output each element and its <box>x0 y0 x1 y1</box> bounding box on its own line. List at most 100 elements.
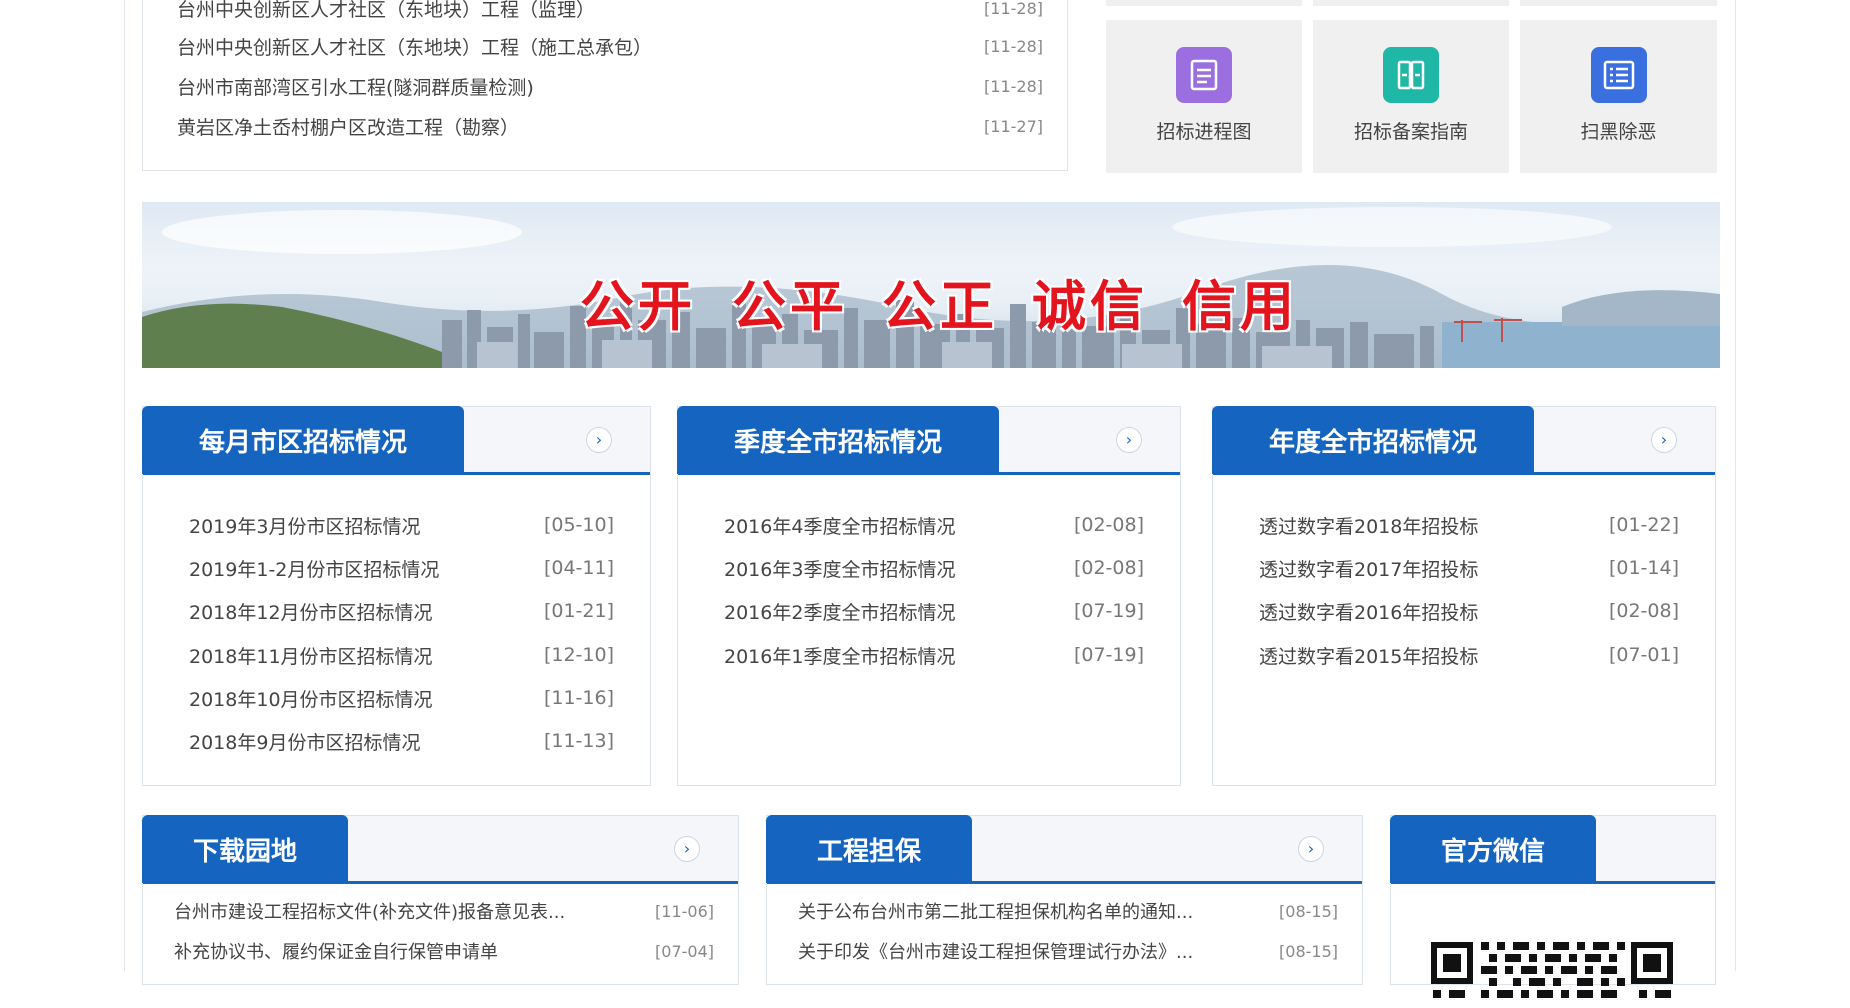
slogan-word: 公平 <box>732 275 848 338</box>
item-title[interactable]: 台州市建设工程招标文件(补充文件)报备意见表... <box>174 898 565 924</box>
item-date: [04-11] <box>543 557 614 579</box>
item-title[interactable]: 透过数字看2016年招投标 <box>1259 598 1478 625</box>
item-date: [02-08] <box>1073 514 1144 536</box>
list-item[interactable]: 透过数字看2016年招投标 [02-08] <box>1259 591 1679 631</box>
item-date: [07-19] <box>1073 600 1144 622</box>
news-date: [11-27] <box>984 116 1043 136</box>
list-item[interactable]: 透过数字看2017年招投标 [01-14] <box>1259 548 1679 588</box>
item-date: [11-13] <box>543 730 614 752</box>
panel-official-wechat: 官方微信 <box>1390 815 1716 998</box>
item-title[interactable]: 2018年12月份市区招标情况 <box>189 598 433 625</box>
panel-downloads: 下载园地 › 台州市建设工程招标文件(补充文件)报备意见表... [11-06]… <box>142 815 739 985</box>
more-arrow-icon[interactable]: › <box>586 427 612 453</box>
item-date: [02-08] <box>1073 557 1144 579</box>
more-arrow-icon[interactable]: › <box>1651 427 1677 453</box>
tile-partial <box>1106 0 1302 6</box>
slogan-word: 诚信 <box>1032 275 1148 338</box>
item-date: [01-21] <box>543 600 614 622</box>
book-icon <box>1383 47 1439 103</box>
item-date: [08-15] <box>1279 901 1338 921</box>
quick-link-label: 招标进程图 <box>1156 121 1252 143</box>
item-date: [07-04] <box>655 941 714 961</box>
item-date: [01-22] <box>1608 514 1679 536</box>
item-date: [01-14] <box>1608 557 1679 579</box>
item-title[interactable]: 2016年3季度全市招标情况 <box>724 555 955 582</box>
panel-title[interactable]: 下载园地 <box>142 815 348 883</box>
quick-link-anti-crime[interactable]: 扫黑除恶 <box>1520 20 1717 173</box>
panel-title[interactable]: 官方微信 <box>1390 815 1596 883</box>
item-title[interactable]: 关于印发《台州市建设工程担保管理试行办法》... <box>798 938 1193 964</box>
panel-yearly-tenders: 年度全市招标情况 › 透过数字看2018年招投标 [01-22] 透过数字看20… <box>1212 406 1716 786</box>
list-item[interactable]: 2016年1季度全市招标情况 [07-19] <box>724 635 1144 675</box>
item-date: [08-15] <box>1279 941 1338 961</box>
item-title[interactable]: 2016年4季度全市招标情况 <box>724 512 955 539</box>
slogan-banner: 公开 公平 公正 诚信 信用 <box>142 202 1720 368</box>
list-item[interactable]: 关于印发《台州市建设工程担保管理试行办法》... [08-15] <box>798 931 1338 971</box>
more-arrow-icon[interactable]: › <box>1116 427 1142 453</box>
list-item[interactable]: 透过数字看2015年招投标 [07-01] <box>1259 635 1679 675</box>
document-icon <box>1176 47 1232 103</box>
quick-link-tender-process[interactable]: 招标进程图 <box>1106 20 1302 173</box>
news-date: [11-28] <box>984 36 1043 56</box>
item-title[interactable]: 2019年3月份市区招标情况 <box>189 512 420 539</box>
list-item[interactable]: 2018年11月份市区招标情况 [12-10] <box>189 635 614 675</box>
item-title[interactable]: 2018年10月份市区招标情况 <box>189 685 433 712</box>
item-date: [02-08] <box>1608 600 1679 622</box>
item-title[interactable]: 2019年1-2月份市区招标情况 <box>189 555 439 582</box>
panel-title[interactable]: 年度全市招标情况 <box>1212 406 1534 474</box>
list-item[interactable]: 关于公布台州市第二批工程担保机构名单的通知... [08-15] <box>798 891 1338 931</box>
slogan-word: 信用 <box>1182 275 1298 338</box>
list-item[interactable]: 2018年12月份市区招标情况 [01-21] <box>189 591 614 631</box>
item-date: [05-10] <box>543 514 614 536</box>
news-title[interactable]: 台州中央创新区人才社区（东地块）工程（监理） <box>177 0 595 22</box>
slogan-word: 公开 <box>580 275 696 338</box>
item-title[interactable]: 关于公布台州市第二批工程担保机构名单的通知... <box>798 898 1193 924</box>
list-item[interactable]: 2016年2季度全市招标情况 [07-19] <box>724 591 1144 631</box>
news-title[interactable]: 黄岩区净土岙村棚户区改造工程（勘察） <box>177 113 519 140</box>
item-date: [12-10] <box>543 644 614 666</box>
item-title[interactable]: 2018年11月份市区招标情况 <box>189 642 433 669</box>
news-title[interactable]: 台州市南部湾区引水工程(隧洞群质量检测) <box>177 73 534 100</box>
panel-engineering-guarantee: 工程担保 › 关于公布台州市第二批工程担保机构名单的通知... [08-15] … <box>766 815 1363 985</box>
list-item[interactable]: 透过数字看2018年招投标 [01-22] <box>1259 505 1679 545</box>
list-item[interactable]: 2019年1-2月份市区招标情况 [04-11] <box>189 548 614 588</box>
news-item[interactable]: 台州中央创新区人才社区（东地块）工程（施工总承包） [11-28] <box>177 26 1043 66</box>
panel-title[interactable]: 工程担保 <box>766 815 972 883</box>
list-item[interactable]: 2018年9月份市区招标情况 [11-13] <box>189 721 614 761</box>
item-title[interactable]: 透过数字看2015年招投标 <box>1259 642 1478 669</box>
item-title[interactable]: 透过数字看2017年招投标 <box>1259 555 1478 582</box>
list-item[interactable]: 2016年4季度全市招标情况 [02-08] <box>724 505 1144 545</box>
item-date: [07-01] <box>1608 644 1679 666</box>
panel-quarterly-tenders: 季度全市招标情况 › 2016年4季度全市招标情况 [02-08] 2016年3… <box>677 406 1181 786</box>
news-item[interactable]: 黄岩区净土岙村棚户区改造工程（勘察） [11-27] <box>177 106 1043 146</box>
item-date: [11-16] <box>543 687 614 709</box>
item-date: [11-06] <box>655 901 714 921</box>
list-item[interactable]: 补充协议书、履约保证金自行保管申请单 [07-04] <box>174 931 714 971</box>
panel-title[interactable]: 每月市区招标情况 <box>142 406 464 474</box>
quick-link-label: 扫黑除恶 <box>1580 121 1657 143</box>
list-item[interactable]: 2016年3季度全市招标情况 [02-08] <box>724 548 1144 588</box>
quick-link-filing-guide[interactable]: 招标备案指南 <box>1313 20 1509 173</box>
list-item[interactable]: 台州市建设工程招标文件(补充文件)报备意见表... [11-06] <box>174 891 714 931</box>
item-title[interactable]: 2016年2季度全市招标情况 <box>724 598 955 625</box>
list-item[interactable]: 2019年3月份市区招标情况 [05-10] <box>189 505 614 545</box>
news-date: [11-28] <box>984 0 1043 18</box>
news-title[interactable]: 台州中央创新区人才社区（东地块）工程（施工总承包） <box>177 33 652 60</box>
item-title[interactable]: 2018年9月份市区招标情况 <box>189 728 420 755</box>
news-item[interactable]: 台州市南部湾区引水工程(隧洞群质量检测) [11-28] <box>177 66 1043 106</box>
item-title[interactable]: 补充协议书、履约保证金自行保管申请单 <box>174 938 498 964</box>
list-icon <box>1590 47 1647 103</box>
more-arrow-icon[interactable]: › <box>674 836 700 862</box>
item-title[interactable]: 2016年1季度全市招标情况 <box>724 642 955 669</box>
news-date: [11-28] <box>984 76 1043 96</box>
list-item[interactable]: 2018年10月份市区招标情况 [11-16] <box>189 678 614 718</box>
panel-monthly-tenders: 每月市区招标情况 › 2019年3月份市区招标情况 [05-10] 2019年1… <box>142 406 651 786</box>
panel-title[interactable]: 季度全市招标情况 <box>677 406 999 474</box>
item-title[interactable]: 透过数字看2018年招投标 <box>1259 512 1478 539</box>
tender-news-list: 台州中央创新区人才社区（东地块）工程（监理） [11-28] 台州中央创新区人才… <box>142 0 1068 171</box>
news-item[interactable]: 台州中央创新区人才社区（东地块）工程（监理） [11-28] <box>177 0 1043 28</box>
tile-partial <box>1520 0 1717 6</box>
more-arrow-icon[interactable]: › <box>1298 836 1324 862</box>
item-date: [07-19] <box>1073 644 1144 666</box>
quick-link-label: 招标备案指南 <box>1353 121 1468 143</box>
